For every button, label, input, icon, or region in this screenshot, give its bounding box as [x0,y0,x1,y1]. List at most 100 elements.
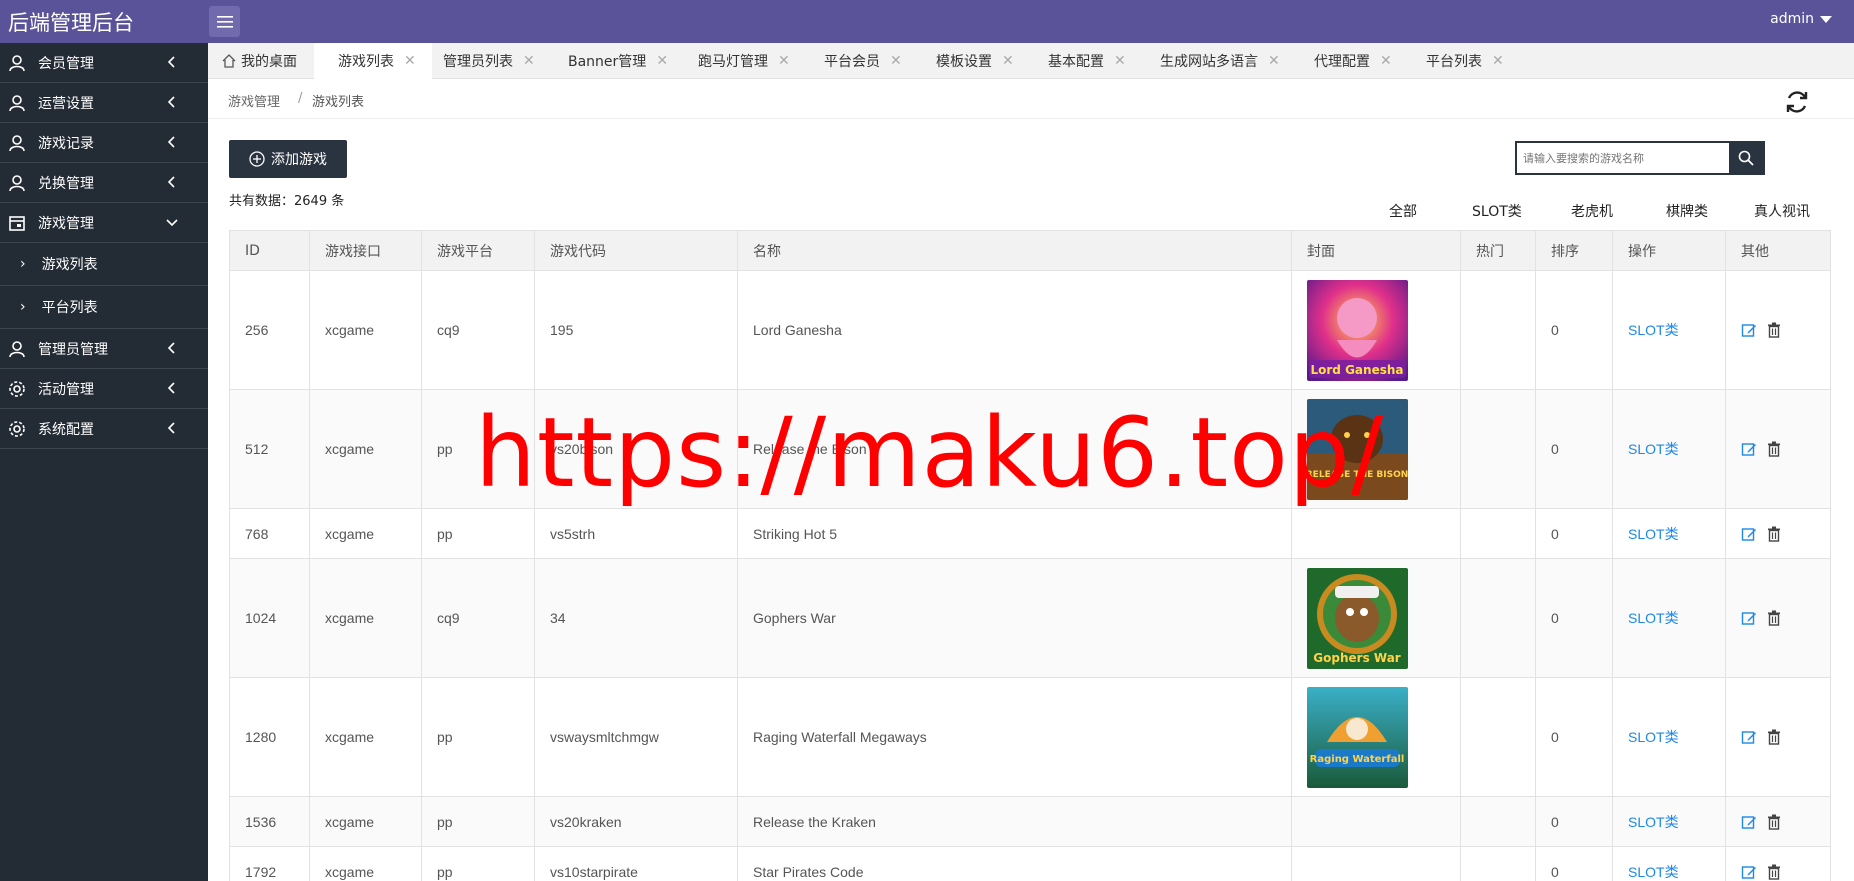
menu-toggle-button[interactable] [209,6,240,37]
cell-hot [1460,270,1536,390]
search-input[interactable] [1517,143,1729,173]
game-cover-image: Gophers War [1307,567,1408,669]
filter-slot-machine[interactable]: 老虎机 [1571,201,1613,221]
category-link[interactable]: SLOT类 [1628,441,1679,457]
add-game-label: 添加游戏 [271,152,327,168]
category-link[interactable]: SLOT类 [1628,729,1679,745]
edit-icon[interactable] [1741,814,1757,830]
filter-live-video[interactable]: 真人视讯 [1754,201,1810,221]
sidebar-item-admin-management[interactable]: 管理员管理 [0,329,208,369]
cell-name: Striking Hot 5 [737,508,1292,559]
close-icon[interactable]: ✕ [656,53,668,69]
user-menu[interactable]: admin [1770,11,1832,27]
cover-text: Lord Ganesha [1311,363,1404,377]
cell-id: 1792 [229,846,310,881]
close-icon[interactable]: ✕ [1114,53,1126,69]
sidebar-item-operations[interactable]: 运营设置 [0,83,208,123]
edit-icon[interactable] [1741,322,1757,338]
close-icon[interactable]: ✕ [1492,53,1504,69]
trash-icon[interactable] [1767,526,1781,542]
cell-other [1725,677,1831,797]
tab-agent-config[interactable]: 代理配置 ✕ [1314,43,1392,79]
refresh-icon[interactable] [1784,89,1810,115]
games-table: ID 游戏接口 游戏平台 游戏代码 名称 封面 热门 排序 操作 其他 256 … [229,230,1831,881]
filter-slot[interactable]: SLOT类 [1472,201,1522,221]
col-header-hot: 热门 [1460,230,1536,271]
tabs-bar: 我的桌面 游戏列表 ✕ 管理员列表 ✕ Banner管理 ✕ 跑马灯管理 ✕ 平台会员 ✕… [208,43,1854,79]
chevron-left-icon [167,382,175,394]
close-icon[interactable]: ✕ [890,53,902,69]
user-icon [8,54,26,72]
trash-icon[interactable] [1767,610,1781,626]
category-link[interactable]: SLOT类 [1628,610,1679,626]
category-link[interactable]: SLOT类 [1628,322,1679,338]
sidebar-item-members[interactable]: 会员管理 [0,43,208,83]
close-icon[interactable]: ✕ [778,53,790,69]
table-header-row: ID 游戏接口 游戏平台 游戏代码 名称 封面 热门 排序 操作 其他 [229,230,1831,271]
close-icon[interactable]: ✕ [1268,53,1280,69]
tab-marquee[interactable]: 跑马灯管理 ✕ [698,43,790,79]
tab-banner[interactable]: Banner管理 ✕ [568,43,668,79]
close-icon[interactable]: ✕ [404,53,416,69]
gear-icon [8,380,26,398]
cell-name: Lord Ganesha [737,270,1292,390]
sidebar-item-exchange[interactable]: 兑换管理 [0,163,208,203]
sidebar-item-system-config[interactable]: 系统配置 [0,409,208,449]
filter-all[interactable]: 全部 [1389,201,1417,221]
sidebar-item-activity[interactable]: 活动管理 [0,369,208,409]
category-link[interactable]: SLOT类 [1628,526,1679,542]
breadcrumb-separator: / [298,91,303,106]
chevron-left-icon [167,56,175,68]
tab-home[interactable]: 我的桌面 [222,43,320,79]
tab-multi-language[interactable]: 生成网站多语言 ✕ [1160,43,1280,79]
sidebar-subitem-platform-list[interactable]: › 平台列表 [0,286,208,329]
chevron-left-icon [167,422,175,434]
cell-hot [1460,558,1536,678]
add-game-button[interactable]: 添加游戏 [229,140,347,178]
trash-icon[interactable] [1767,729,1781,745]
tab-platform-members[interactable]: 平台会员 ✕ [824,43,902,79]
sidebar-item-label: 活动管理 [38,381,94,398]
cell-code: vswaysmltchmgw [534,677,738,797]
sidebar-subitem-game-list[interactable]: › 游戏列表 [0,243,208,286]
sidebar-item-game-management[interactable]: 游戏管理 [0,203,208,243]
close-icon[interactable]: ✕ [523,53,535,69]
user-icon [8,134,26,152]
close-icon[interactable]: ✕ [1380,53,1392,69]
tab-admin-list[interactable]: 管理员列表 ✕ [443,43,535,79]
col-header-platform: 游戏平台 [421,230,535,271]
trash-icon[interactable] [1767,864,1781,880]
edit-icon[interactable] [1741,526,1757,542]
category-link[interactable]: SLOT类 [1628,814,1679,830]
sidebar-item-game-records[interactable]: 游戏记录 [0,123,208,163]
edit-icon[interactable] [1741,441,1757,457]
tab-basic-config[interactable]: 基本配置 ✕ [1048,43,1126,79]
trash-icon[interactable] [1767,441,1781,457]
cell-name: Gophers War [737,558,1292,678]
sidebar-item-label: 兑换管理 [38,175,94,192]
tab-template[interactable]: 模板设置 ✕ [936,43,1014,79]
caret-down-icon [1820,15,1832,23]
tab-game-list[interactable]: 游戏列表 ✕ [314,43,432,79]
filter-board-game[interactable]: 棋牌类 [1666,201,1708,221]
category-link[interactable]: SLOT类 [1628,864,1679,880]
cell-hot [1460,796,1536,847]
cell-operation: SLOT类 [1612,558,1726,678]
trash-icon[interactable] [1767,814,1781,830]
edit-icon[interactable] [1741,864,1757,880]
cell-name: Raging Waterfall Megaways [737,677,1292,797]
tab-platform-list[interactable]: 平台列表 ✕ [1426,43,1504,79]
tab-label: 跑马灯管理 [698,54,768,70]
edit-icon[interactable] [1741,610,1757,626]
edit-icon[interactable] [1741,729,1757,745]
sidebar-subitem-label: 平台列表 [41,300,98,316]
hamburger-icon [216,15,233,28]
close-icon[interactable]: ✕ [1002,53,1014,69]
breadcrumb-parent[interactable]: 游戏管理 [228,91,280,110]
cell-operation: SLOT类 [1612,846,1726,881]
cell-api: xcgame [309,508,422,559]
trash-icon[interactable] [1767,322,1781,338]
cell-id: 512 [229,389,310,509]
cell-hot [1460,846,1536,881]
search-button[interactable] [1729,143,1763,173]
